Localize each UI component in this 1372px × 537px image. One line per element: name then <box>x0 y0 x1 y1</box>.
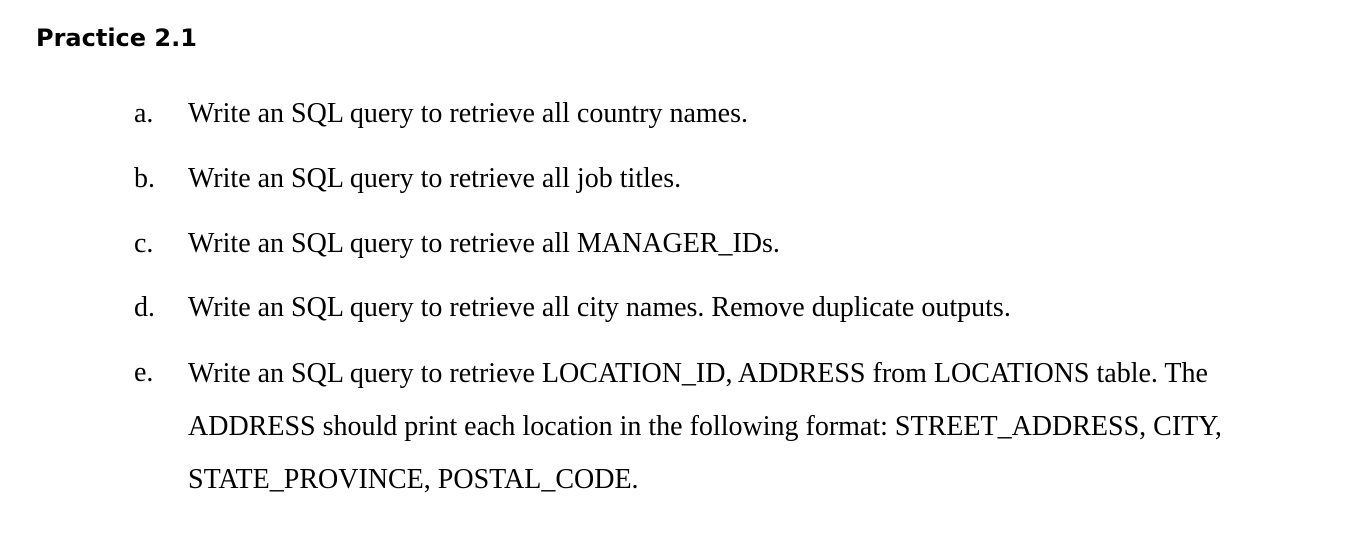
exercise-text: Write an SQL query to retrieve all city … <box>188 289 1011 327</box>
list-marker: a. <box>134 98 154 129</box>
practice-title: Practice 2.1 <box>36 24 197 52</box>
exercise-text: Write an SQL query to retrieve LOCATION_… <box>188 347 1222 506</box>
exercise-line: Write an SQL query to retrieve all count… <box>188 98 748 129</box>
list-marker: b. <box>134 163 155 194</box>
practice-document: Practice 2.1 a. Write an SQL query to re… <box>0 0 1372 537</box>
exercise-text: Write an SQL query to retrieve all job t… <box>188 160 681 198</box>
exercise-line: Write an SQL query to retrieve all city … <box>188 292 1011 323</box>
exercise-text: Write an SQL query to retrieve all MANAG… <box>188 225 780 263</box>
list-marker: e. <box>134 357 154 388</box>
exercise-line: STATE_PROVINCE, POSTAL_CODE. <box>188 464 639 495</box>
exercise-line: ADDRESS should print each location in th… <box>188 411 1222 442</box>
list-marker: d. <box>134 292 155 323</box>
exercise-line: Write an SQL query to retrieve LOCATION_… <box>188 358 1208 389</box>
list-marker: c. <box>134 228 154 259</box>
exercise-text: Write an SQL query to retrieve all count… <box>188 95 748 133</box>
exercise-line: Write an SQL query to retrieve all job t… <box>188 163 682 194</box>
exercise-line: Write an SQL query to retrieve all MANAG… <box>188 228 780 259</box>
